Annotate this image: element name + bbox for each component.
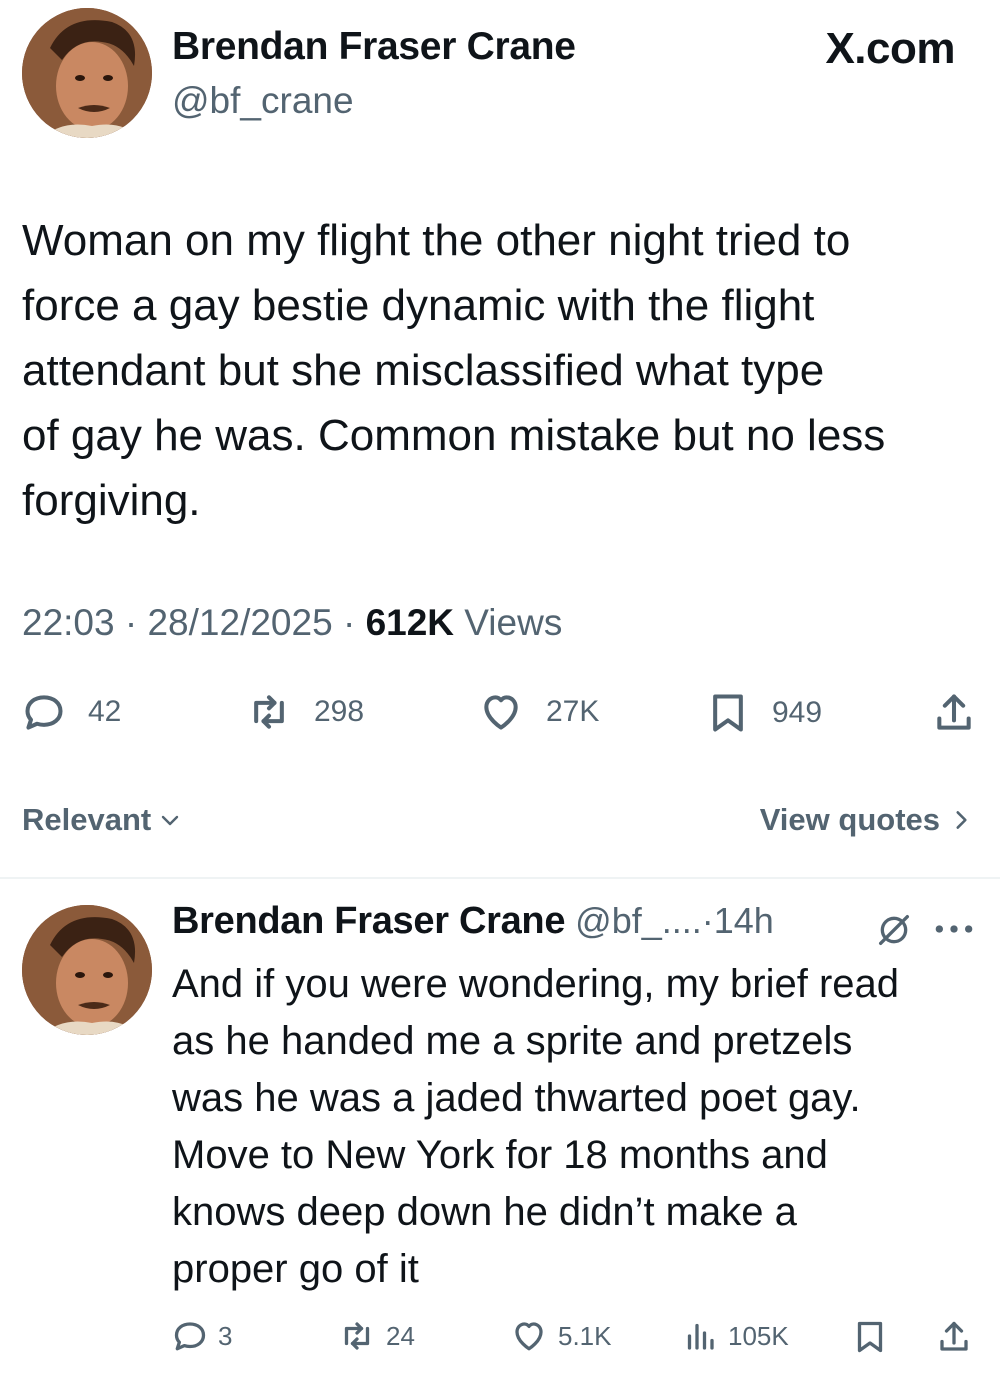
reply-count: 42 — [88, 695, 122, 728]
tweet-time[interactable]: 22:03 — [22, 602, 115, 643]
tweet-text-line: attendant but she misclassified what typ… — [22, 346, 825, 395]
tweet-text-line: forgiving. — [22, 476, 201, 525]
views-label: Views — [464, 602, 563, 643]
reply-text-line: knows deep down he didn’t make a — [172, 1190, 797, 1234]
chevron-down-icon — [162, 815, 179, 826]
reply-text: And if you were wondering, my brief read… — [172, 956, 982, 1298]
more-dots-icon — [935, 925, 973, 933]
chevron-right-icon — [956, 811, 967, 829]
reply-icon — [174, 1322, 206, 1351]
tweet-text-line: Woman on my flight the other night tried… — [22, 216, 851, 265]
reply-author-avatar[interactable] — [22, 905, 152, 1035]
reply-like-button[interactable]: 5.1K — [510, 1318, 612, 1354]
reply-reply-button[interactable]: 3 — [172, 1318, 232, 1354]
reply-views-count: 105K — [728, 1320, 789, 1351]
more-options-button[interactable] — [932, 912, 976, 951]
author-name[interactable]: Brendan Fraser Crane — [172, 25, 576, 69]
author-avatar[interactable] — [22, 8, 152, 138]
repost-button[interactable]: 298 — [246, 690, 364, 734]
meta-separator: · — [124, 602, 138, 643]
like-count: 27K — [546, 695, 600, 728]
tweet-date[interactable]: 28/12/2025 — [147, 602, 332, 643]
share-icon — [940, 1321, 968, 1351]
views-chart-icon — [687, 1323, 714, 1350]
reply-author-name[interactable]: Brendan Fraser Crane — [172, 900, 565, 943]
views-count: 612K — [365, 602, 455, 643]
sort-relevant-dropdown[interactable]: Relevant — [22, 802, 185, 838]
bookmark-icon — [713, 694, 743, 732]
reply-bookmark-button[interactable] — [852, 1318, 888, 1356]
reply-author-handle[interactable]: @bf_.... — [575, 900, 702, 942]
reply-text-line: proper go of it — [172, 1247, 419, 1291]
reply-repost-count: 24 — [386, 1320, 415, 1351]
grok-button[interactable] — [874, 910, 914, 955]
repost-icon — [254, 695, 284, 729]
reply-repost-button[interactable]: 24 — [338, 1318, 415, 1354]
reply-text-line: was he was a jaded thwarted poet gay. — [172, 1076, 861, 1120]
heart-icon — [484, 695, 518, 730]
divider — [0, 877, 1000, 879]
reply-text-line: And if you were wondering, my brief read — [172, 962, 900, 1006]
tweet-text-line: force a gay bestie dynamic with the flig… — [22, 281, 815, 330]
bookmark-count: 949 — [772, 696, 823, 729]
header-separator: · — [701, 900, 714, 941]
avatar-portrait — [22, 905, 152, 1035]
avatar-portrait — [22, 8, 152, 138]
tweet-text: Woman on my flight the other night tried… — [22, 208, 987, 533]
reply-header: Brendan Fraser Crane @bf_.... · 14h — [172, 900, 774, 943]
reply-like-count: 5.1K — [558, 1320, 612, 1351]
bookmark-button[interactable]: 949 — [706, 690, 822, 736]
bookmark-icon — [857, 1321, 883, 1353]
sort-relevant-label: Relevant — [22, 802, 152, 837]
view-quotes-label: View quotes — [759, 802, 940, 837]
site-label: X.com — [825, 24, 955, 73]
grok-icon — [879, 915, 909, 945]
reply-button[interactable]: 42 — [22, 690, 121, 734]
reply-text-line: as he handed me a sprite and pretzels — [172, 1019, 853, 1063]
tweet-text-line: of gay he was. Common mistake but no les… — [22, 411, 886, 460]
author-handle[interactable]: @bf_crane — [172, 80, 354, 122]
meta-separator: · — [342, 602, 356, 643]
reply-reply-count: 3 — [218, 1320, 233, 1351]
repost-icon — [344, 1322, 370, 1350]
repost-count: 298 — [314, 695, 365, 728]
reply-age[interactable]: 14h — [714, 900, 774, 942]
share-icon — [937, 694, 971, 730]
reply-icon — [25, 695, 63, 730]
tweet-meta: 22:03 · 28/12/2025 · 612K Views — [22, 602, 562, 644]
heart-icon — [515, 1322, 543, 1351]
like-button[interactable]: 27K — [478, 690, 599, 734]
share-button[interactable] — [932, 690, 976, 736]
reply-share-button[interactable] — [936, 1318, 972, 1356]
reply-text-line: Move to New York for 18 months and — [172, 1133, 828, 1177]
reply-views-button[interactable]: 105K — [682, 1318, 789, 1354]
view-quotes-link[interactable]: View quotes — [760, 802, 974, 838]
